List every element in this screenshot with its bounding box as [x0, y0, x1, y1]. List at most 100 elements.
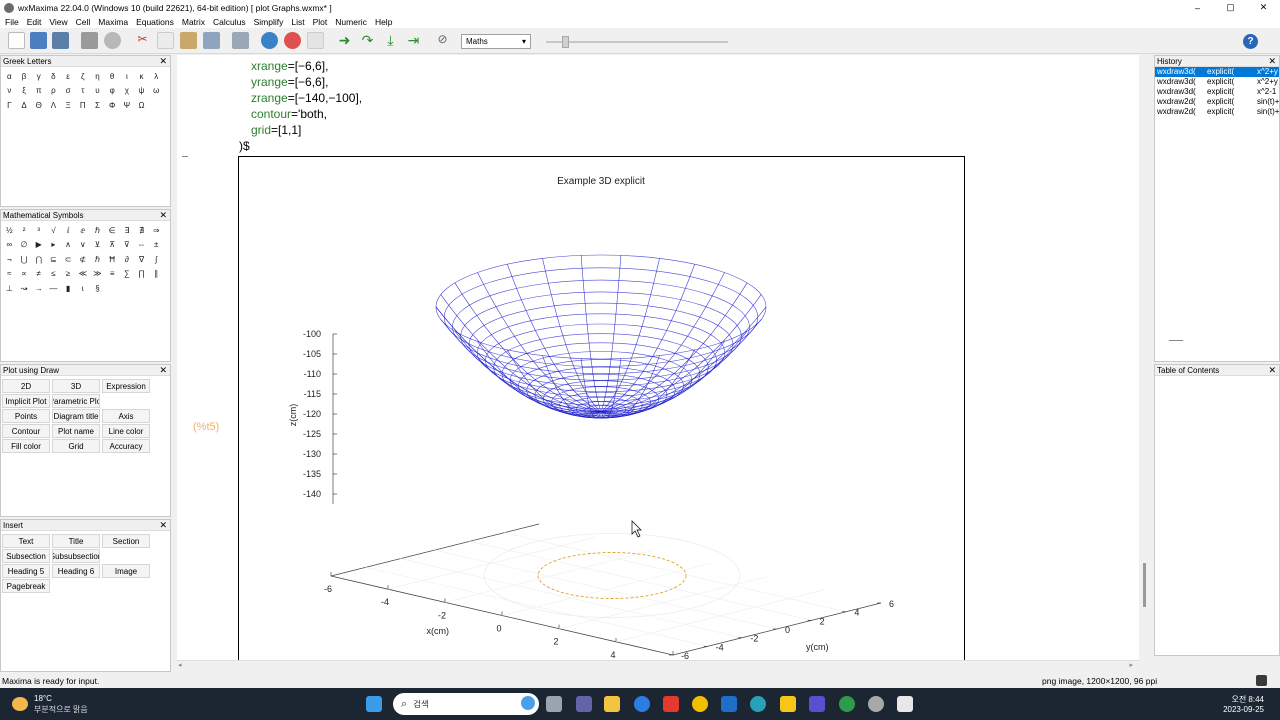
print-icon[interactable] — [81, 32, 98, 49]
math-symbol-button[interactable]: ⅇ — [75, 223, 90, 238]
cut-icon[interactable]: ✂ — [134, 32, 151, 49]
plot-output[interactable]: Example 3D explicit -6-4-20246-6-4-20246… — [238, 156, 965, 660]
math-symbol-button[interactable]: ⇔ — [134, 238, 149, 253]
math-symbol-button[interactable]: ∄ — [134, 223, 149, 238]
scroll-right-icon[interactable]: ▸ — [1129, 661, 1133, 669]
math-symbol-button[interactable]: √ — [46, 223, 61, 238]
math-symbol-button[interactable]: ≡ — [105, 267, 120, 282]
taskbar-search[interactable]: ⌕ 검색 — [393, 693, 539, 715]
math-symbol-button[interactable]: ⊄ — [75, 252, 90, 267]
code-line[interactable]: zrange=[−140,−100], — [251, 91, 362, 105]
math-symbol-button[interactable]: ∨ — [75, 238, 90, 253]
math-symbol-button[interactable]: ▸ — [46, 238, 61, 253]
greek-letter-button[interactable]: ρ — [46, 84, 61, 99]
math-symbol-button[interactable]: ≈ — [2, 267, 17, 282]
greek-letter-button[interactable]: τ — [75, 84, 90, 99]
greek-letter-button[interactable]: υ — [90, 84, 105, 99]
open-icon[interactable] — [30, 32, 47, 49]
greek-letter-button[interactable]: Γ — [2, 98, 17, 113]
greek-letter-button[interactable]: Θ — [31, 98, 46, 113]
menu-list[interactable]: List — [291, 17, 304, 27]
clock-time[interactable]: 오전 8:44 — [1231, 694, 1264, 705]
insert-button[interactable]: Heading 6 — [52, 564, 100, 578]
math-symbol-button[interactable]: ∫ — [149, 252, 164, 267]
insert-button[interactable]: Subsection — [2, 549, 50, 563]
new-icon[interactable] — [8, 32, 25, 49]
greek-letter-button[interactable]: σ — [61, 84, 76, 99]
math-symbol-button[interactable]: ℏ — [90, 252, 105, 267]
greek-letter-button[interactable]: κ — [134, 69, 149, 84]
hide-code-icon[interactable]: ⊘ — [434, 32, 451, 49]
greek-letter-button[interactable]: ξ — [17, 84, 32, 99]
vscode-icon[interactable] — [897, 696, 913, 712]
math-symbol-button[interactable]: ⊥ — [2, 281, 17, 296]
worksheet[interactable]: xrange=[−6,6], yrange=[−6,6], zrange=[−1… — [177, 55, 1139, 660]
maximize-button[interactable]: ▢ — [1214, 0, 1247, 15]
code-line[interactable]: contour='both, — [251, 107, 327, 121]
greek-letter-button[interactable]: Λ — [46, 98, 61, 113]
close-icon[interactable]: ✕ — [159, 365, 167, 376]
draw-button[interactable]: Expression — [102, 379, 150, 393]
filezilla-icon[interactable] — [663, 696, 679, 712]
math-symbol-button[interactable]: — — [46, 281, 61, 296]
math-symbol-button[interactable]: ⇒ — [149, 223, 164, 238]
evaluate-new-icon[interactable]: ⤓ — [382, 32, 399, 49]
greek-letter-button[interactable]: γ — [31, 69, 46, 84]
draw-button[interactable]: Fill color — [2, 439, 50, 453]
math-symbol-button[interactable]: § — [90, 281, 105, 296]
greek-letter-button[interactable]: ι — [120, 69, 135, 84]
greek-letter-button[interactable]: φ — [105, 84, 120, 99]
restart-icon[interactable] — [261, 32, 278, 49]
code-line[interactable]: xrange=[−6,6], — [251, 59, 328, 73]
scroll-left-icon[interactable]: ◂ — [178, 661, 182, 669]
math-symbol-button[interactable]: ⋂ — [31, 252, 46, 267]
draw-button[interactable]: Plot name — [52, 424, 100, 438]
menu-maxima[interactable]: Maxima — [98, 17, 128, 27]
menu-view[interactable]: View — [49, 17, 67, 27]
insert-button[interactable]: Section — [102, 534, 150, 548]
draw-button[interactable]: Accuracy — [102, 439, 150, 453]
math-symbol-button[interactable]: ∅ — [17, 238, 32, 253]
greek-letter-button[interactable]: Π — [75, 98, 90, 113]
math-symbol-button[interactable]: ⊂ — [61, 252, 76, 267]
mode-select[interactable]: Maths ▾ — [461, 34, 531, 49]
insert-button[interactable]: Heading 5 — [2, 564, 50, 578]
close-icon[interactable]: ✕ — [1268, 365, 1276, 376]
close-icon[interactable]: ✕ — [159, 520, 167, 531]
menu-matrix[interactable]: Matrix — [182, 17, 205, 27]
interrupt-icon[interactable] — [284, 32, 301, 49]
menu-equations[interactable]: Equations — [136, 17, 174, 27]
code-line[interactable]: grid=[1,1] — [251, 123, 301, 137]
animation-slider[interactable] — [546, 36, 728, 48]
draw-button[interactable]: Implicit Plot — [2, 394, 50, 408]
menu-file[interactable]: File — [5, 17, 19, 27]
draw-button[interactable]: Points — [2, 409, 50, 423]
greek-letter-button[interactable]: ε — [61, 69, 76, 84]
math-symbol-button[interactable]: ⊼ — [105, 238, 120, 253]
todo-icon[interactable] — [634, 696, 650, 712]
insert-button[interactable]: Pagebreak — [2, 579, 50, 593]
math-symbol-button[interactable]: ▶ — [31, 238, 46, 253]
follow-icon[interactable] — [307, 32, 324, 49]
history-entry[interactable]: wxdraw2d(explicit(sin(t)+ — [1155, 107, 1279, 117]
close-button[interactable]: ✕ — [1247, 0, 1280, 15]
draw-button[interactable]: 2D — [2, 379, 50, 393]
math-symbol-button[interactable]: ∞ — [2, 238, 17, 253]
code-end[interactable]: )$ — [239, 139, 250, 153]
menu-numeric[interactable]: Numeric — [335, 17, 367, 27]
greek-letter-button[interactable]: Δ — [17, 98, 32, 113]
file-explorer-icon[interactable] — [604, 696, 620, 712]
draw-button[interactable]: Parametric Plot — [52, 394, 100, 408]
greek-letter-button[interactable]: β — [17, 69, 32, 84]
evaluate-cell-icon[interactable]: ➜ — [336, 32, 353, 49]
paste-icon[interactable] — [180, 32, 197, 49]
code-line[interactable]: yrange=[−6,6], — [251, 75, 328, 89]
greek-letter-button[interactable]: δ — [46, 69, 61, 84]
menu-plot[interactable]: Plot — [313, 17, 328, 27]
menu-edit[interactable]: Edit — [27, 17, 42, 27]
draw-button[interactable]: Grid — [52, 439, 100, 453]
math-symbol-button[interactable]: ± — [149, 238, 164, 253]
minimize-button[interactable]: – — [1181, 0, 1214, 15]
vertical-scrollbar[interactable] — [1139, 55, 1153, 671]
settings-icon[interactable] — [104, 32, 121, 49]
